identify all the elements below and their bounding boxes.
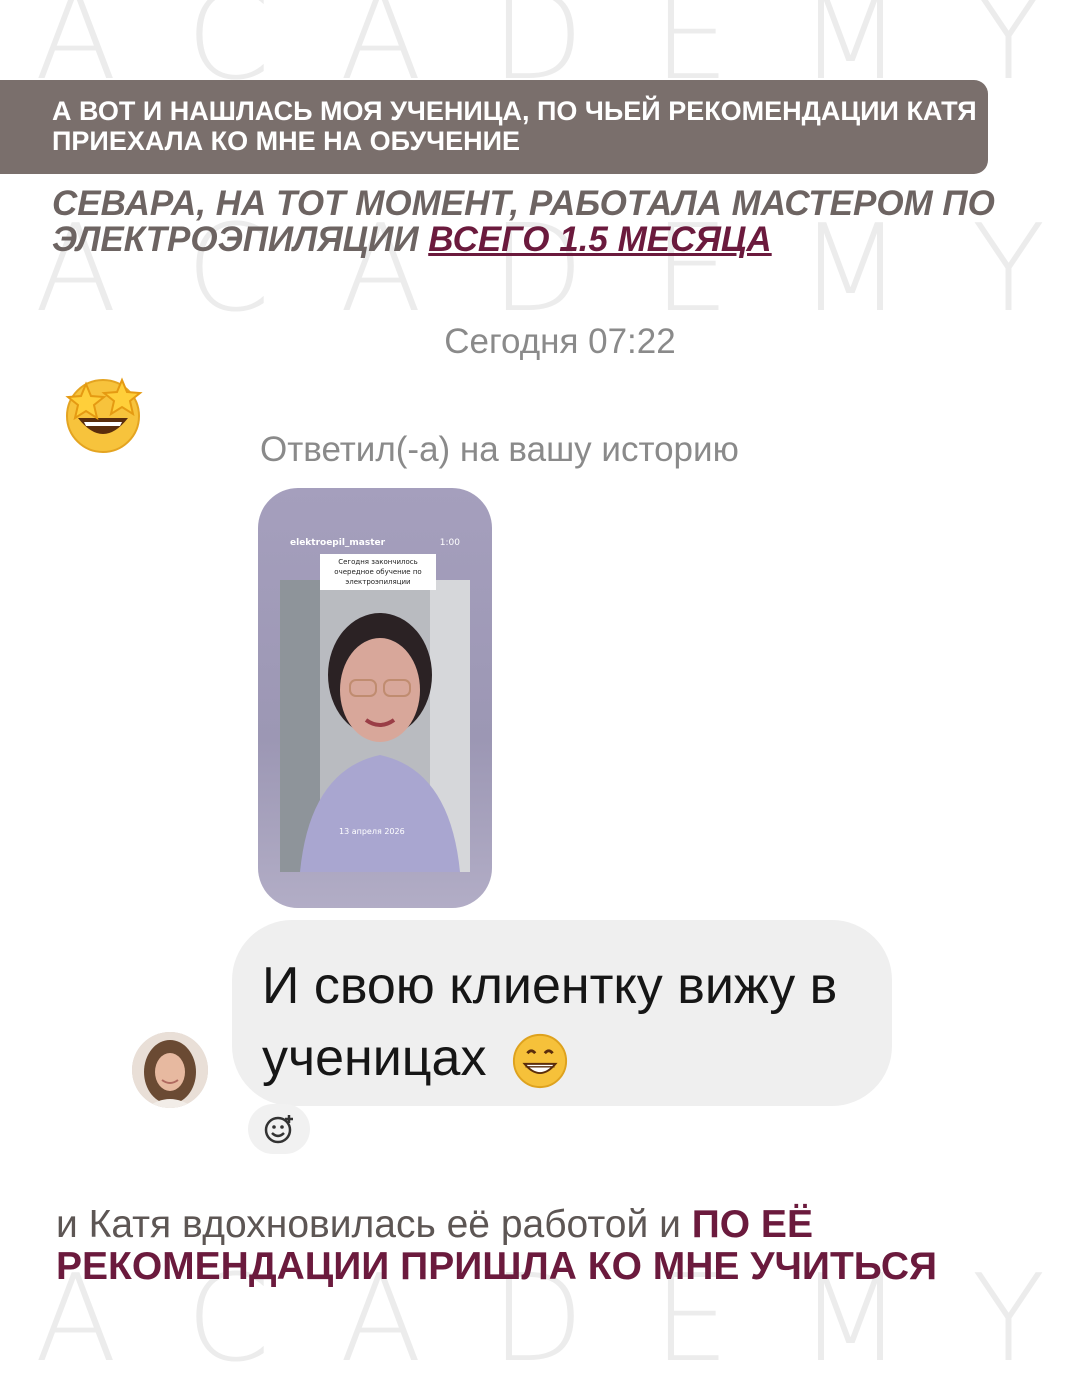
star-struck-emoji-icon: [65, 377, 143, 453]
story-caption: Сегодня закончилось очередное обучение п…: [320, 554, 436, 590]
add-reaction-button[interactable]: [248, 1104, 310, 1154]
avatar[interactable]: [132, 1032, 208, 1108]
avatar-photo: [132, 1032, 208, 1108]
story-preview[interactable]: elektroepil_master 1:00 Сегодня закончил…: [258, 488, 492, 908]
footer-text: и Катя вдохновилась её работой и по её р…: [56, 1204, 1056, 1288]
grinning-emoji-icon: [512, 1034, 568, 1089]
story-time: 1:00: [439, 538, 460, 548]
story-date: 13 апреля 2026: [339, 827, 405, 836]
chat-timestamp: Сегодня 07:22: [444, 322, 676, 361]
story-username: elektroepil_master: [290, 538, 386, 548]
footer-lead: и Катя вдохновилась её работой и: [56, 1203, 692, 1246]
message-text: И свою клиентку вижу в ученицах: [262, 950, 882, 1094]
add-reaction-icon: [264, 1115, 293, 1144]
replied-to-story-label: Ответил(-а) на вашу историю: [260, 430, 739, 469]
banner-title: А вот и нашлась моя ученица, по чьей рек…: [52, 96, 977, 156]
subheading-accent: всего 1.5 месяца: [428, 220, 772, 259]
subheading: Севара, на тот момент, работала мастером…: [52, 186, 1052, 258]
